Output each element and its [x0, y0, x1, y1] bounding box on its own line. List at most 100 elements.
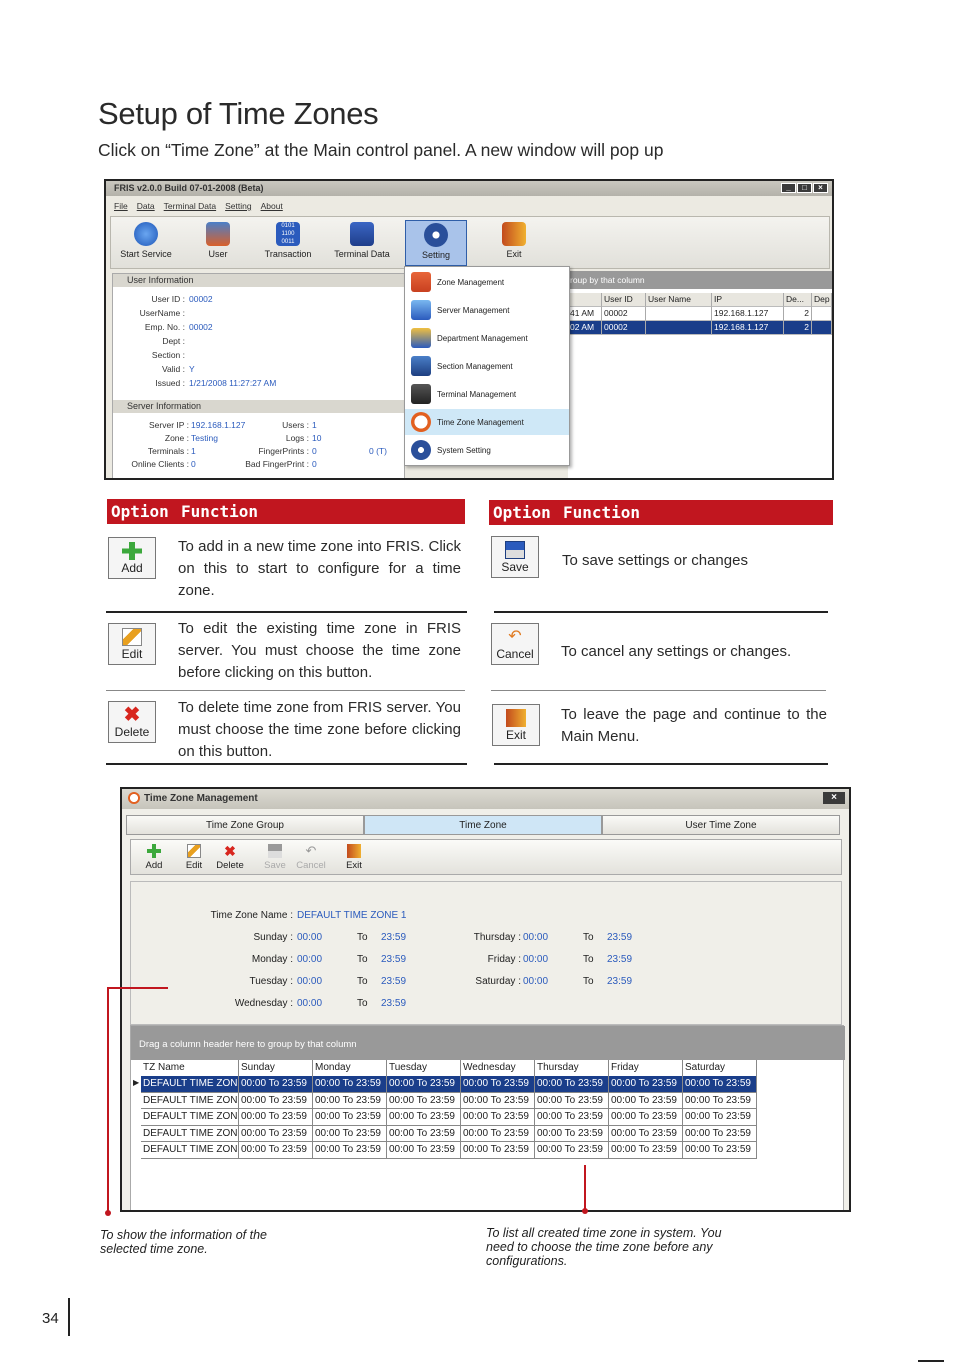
table-cell[interactable]: 00:00 To 23:59 — [535, 1125, 609, 1142]
table-cell[interactable]: 00:00 To 23:59 — [683, 1109, 757, 1126]
minimize-icon[interactable]: _ — [781, 183, 796, 193]
table-cell[interactable]: 00:00 To 23:59 — [313, 1125, 387, 1142]
table-cell[interactable]: 00:00 To 23:59 — [609, 1125, 683, 1142]
friday-from[interactable]: 00:00 — [523, 954, 548, 965]
menu-setting[interactable]: Setting — [225, 201, 251, 211]
table-cell[interactable]: 00:00 To 23:59 — [387, 1076, 461, 1093]
saturday-from[interactable]: 00:00 — [523, 976, 548, 987]
menu-item-terminal-management[interactable]: Terminal Management — [405, 381, 569, 407]
table-cell[interactable]: DEFAULT TIME ZON — [141, 1092, 239, 1109]
tab-time-zone[interactable]: Time Zone — [364, 815, 602, 835]
table-cell[interactable]: 00:00 To 23:59 — [461, 1142, 535, 1159]
grid-header[interactable]: Tuesday — [387, 1060, 461, 1077]
thursday-from[interactable]: 00:00 — [523, 932, 548, 943]
menu-data[interactable]: Data — [137, 201, 155, 211]
exit-button[interactable]: Exit — [483, 220, 545, 266]
table-cell[interactable]: 00002 — [602, 307, 646, 321]
tuesday-to[interactable]: 23:59 — [381, 976, 406, 987]
menu-file[interactable]: File — [114, 201, 128, 211]
table-cell[interactable]: 00:00 To 23:59 — [461, 1109, 535, 1126]
edit-button[interactable]: Edit — [108, 623, 156, 665]
table-cell[interactable]: 41 AM — [568, 307, 602, 321]
delete-button[interactable]: ✖ Delete — [108, 701, 156, 743]
menu-about[interactable]: About — [261, 201, 283, 211]
grid-header-de[interactable]: De... — [784, 293, 812, 307]
grid-header[interactable]: Sunday — [239, 1060, 313, 1077]
tz-name-value[interactable]: DEFAULT TIME ZONE 1 — [297, 910, 406, 921]
table-cell[interactable] — [812, 321, 832, 335]
table-cell[interactable]: 00:00 To 23:59 — [683, 1076, 757, 1093]
cancel-button[interactable]: ↶ Cancel — [491, 623, 539, 665]
table-cell[interactable]: 00:00 To 23:59 — [535, 1142, 609, 1159]
table-cell[interactable]: 192.168.1.127 — [712, 321, 784, 335]
table-cell[interactable]: 192.168.1.127 — [712, 307, 784, 321]
table-cell[interactable]: 00:00 To 23:59 — [313, 1142, 387, 1159]
table-cell[interactable]: 00:00 To 23:59 — [313, 1076, 387, 1093]
table-cell[interactable]: 00:00 To 23:59 — [313, 1092, 387, 1109]
table-cell[interactable]: 00:00 To 23:59 — [609, 1092, 683, 1109]
grid-header[interactable]: Wednesday — [461, 1060, 535, 1077]
table-cell[interactable]: 00:00 To 23:59 — [239, 1125, 313, 1142]
table-cell[interactable]: DEFAULT TIME ZON — [141, 1109, 239, 1126]
grid-header[interactable]: Friday — [609, 1060, 683, 1077]
grid-header[interactable] — [568, 293, 602, 307]
wednesday-from[interactable]: 00:00 — [297, 998, 322, 1009]
menu-item-system-setting[interactable]: System Setting — [405, 437, 569, 463]
table-cell[interactable]: 00:00 To 23:59 — [239, 1142, 313, 1159]
add-button[interactable]: Add — [108, 537, 156, 579]
close-icon[interactable]: × — [823, 792, 845, 804]
table-cell[interactable]: 00:00 To 23:59 — [609, 1109, 683, 1126]
maximize-icon[interactable]: □ — [797, 183, 812, 193]
table-cell[interactable] — [812, 307, 832, 321]
table-cell[interactable]: 00:00 To 23:59 — [535, 1092, 609, 1109]
table-cell[interactable]: 00:00 To 23:59 — [387, 1092, 461, 1109]
start-service-button[interactable]: Start Service — [115, 220, 177, 266]
table-cell[interactable]: 2 — [784, 307, 812, 321]
tz-delete-button[interactable]: ✖ Delete — [213, 844, 247, 871]
close-icon[interactable]: × — [813, 183, 828, 193]
saturday-to[interactable]: 23:59 — [607, 976, 632, 987]
wednesday-to[interactable]: 23:59 — [381, 998, 406, 1009]
grid-header[interactable]: Monday — [313, 1060, 387, 1077]
table-cell[interactable]: 00:00 To 23:59 — [535, 1076, 609, 1093]
monday-from[interactable]: 00:00 — [297, 954, 322, 965]
sunday-from[interactable]: 00:00 — [297, 932, 322, 943]
table-cell[interactable]: 02 AM — [568, 321, 602, 335]
table-cell[interactable]: 00:00 To 23:59 — [535, 1109, 609, 1126]
table-cell[interactable]: 00:00 To 23:59 — [609, 1076, 683, 1093]
grid-header-ip[interactable]: IP — [712, 293, 784, 307]
table-cell[interactable] — [646, 321, 712, 335]
grid-header-user-name[interactable]: User Name — [646, 293, 712, 307]
save-button[interactable]: Save — [491, 536, 539, 578]
user-button[interactable]: User — [187, 220, 249, 266]
thursday-to[interactable]: 23:59 — [607, 932, 632, 943]
table-cell[interactable]: 00:00 To 23:59 — [239, 1109, 313, 1126]
tz-edit-button[interactable]: Edit — [177, 844, 211, 871]
friday-to[interactable]: 23:59 — [607, 954, 632, 965]
tuesday-from[interactable]: 00:00 — [297, 976, 322, 987]
grid-header-user-id[interactable]: User ID — [602, 293, 646, 307]
table-cell[interactable]: DEFAULT TIME ZON — [141, 1076, 239, 1093]
setting-button[interactable]: Setting — [405, 220, 467, 266]
table-cell[interactable]: 00:00 To 23:59 — [387, 1142, 461, 1159]
grid-header-dep[interactable]: Dep — [812, 293, 832, 307]
table-cell[interactable]: 00:00 To 23:59 — [683, 1092, 757, 1109]
sunday-to[interactable]: 23:59 — [381, 932, 406, 943]
table-cell[interactable]: 00:00 To 23:59 — [387, 1109, 461, 1126]
monday-to[interactable]: 23:59 — [381, 954, 406, 965]
tz-save-button[interactable]: Save — [258, 844, 292, 871]
menu-item-zone-management[interactable]: Zone Management — [405, 269, 569, 295]
tab-time-zone-group[interactable]: Time Zone Group — [126, 815, 364, 835]
menu-item-department-management[interactable]: Department Management — [405, 325, 569, 351]
grid-header[interactable]: TZ Name — [141, 1060, 239, 1077]
tz-cancel-button[interactable]: ↶ Cancel — [294, 844, 328, 872]
menu-terminal-data[interactable]: Terminal Data — [164, 201, 216, 211]
grid-header[interactable]: Saturday — [683, 1060, 757, 1077]
terminal-data-button[interactable]: Terminal Data — [331, 220, 393, 266]
tz-add-button[interactable]: Add — [137, 844, 171, 871]
table-cell[interactable]: 00:00 To 23:59 — [313, 1109, 387, 1126]
table-cell[interactable]: DEFAULT TIME ZON — [141, 1125, 239, 1142]
menu-item-server-management[interactable]: Server Management — [405, 297, 569, 323]
table-cell[interactable]: 00002 — [602, 321, 646, 335]
exit-option-button[interactable]: Exit — [492, 704, 540, 746]
